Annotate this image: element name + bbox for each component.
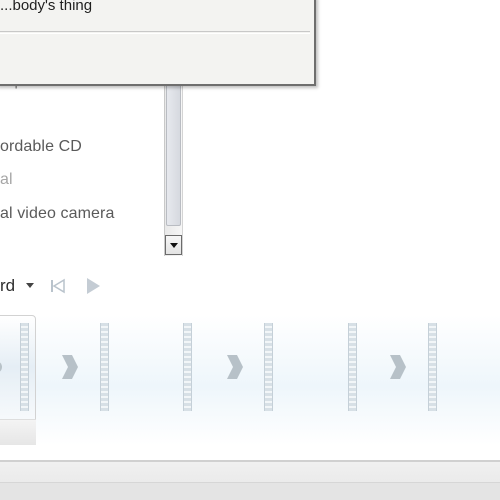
menu-divider [0,31,310,32]
status-bar [0,462,500,500]
transition-icon[interactable] [227,355,243,379]
film-strip-icon[interactable] [428,323,437,411]
task-recordable-cd[interactable]: ordable CD [0,138,82,156]
storyboard-strip [0,315,500,445]
transition-icon[interactable] [62,355,78,379]
task-list-scrollbar[interactable] [164,60,183,256]
menu-item[interactable]: ...body's thing [0,0,314,28]
storyboard-item-caption [0,419,36,445]
film-strip-icon [20,323,29,411]
task-digital-video-camera[interactable]: al video camera [0,205,114,223]
scroll-down-button[interactable] [165,235,182,255]
view-mode-label[interactable]: rd [0,276,15,296]
film-strip-icon[interactable] [100,323,109,411]
window-bottom-edge [0,482,500,500]
film-strip-icon[interactable] [183,323,192,411]
import-task-list: omputer ordable CD al al video camera [0,60,166,256]
chevron-down-icon [169,242,178,248]
menu-divider-highlight [0,33,310,34]
task-digital[interactable]: al [0,171,13,189]
film-strip-icon[interactable] [348,323,357,411]
scrollbar-thumb[interactable] [166,74,181,226]
rewind-icon[interactable] [49,277,67,295]
play-icon[interactable] [83,276,103,296]
context-menu: ...body's thing [0,0,316,86]
transition-icon[interactable] [390,355,406,379]
storyboard-toolbar: rd [0,270,500,300]
menu-item-label: ...body's thing [0,0,93,14]
chevron-down-icon[interactable] [26,283,34,288]
film-strip-icon[interactable] [264,323,273,411]
